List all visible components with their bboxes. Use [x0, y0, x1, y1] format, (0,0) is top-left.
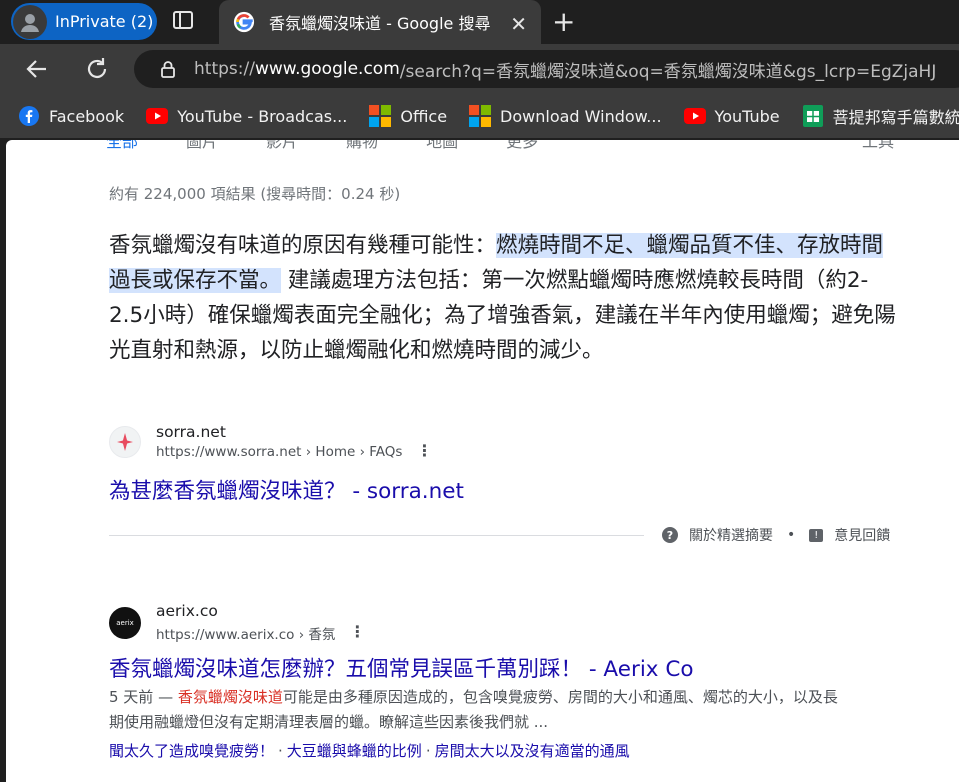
bookmark-facebook[interactable]: Facebook [18, 105, 124, 127]
tools-button[interactable]: 工具 [862, 140, 894, 152]
feedback-icon[interactable]: ! [809, 528, 824, 542]
search-tabs: 全部 圖片 影片 購物 地圖 更多 [106, 140, 586, 152]
site-name: aerix.co [156, 602, 218, 620]
google-icon [233, 11, 255, 33]
inprivate-button[interactable]: InPrivate (2) [11, 3, 157, 40]
active-tab[interactable]: 香氛蠟燭沒味道 - Google 搜尋 ✕ [219, 0, 541, 44]
site-url: https://www.aerix.co › 香氛 [156, 627, 336, 643]
close-tab-icon[interactable]: ✕ [510, 12, 527, 36]
refresh-button[interactable] [84, 56, 110, 86]
avatar [13, 4, 47, 39]
feedback-label[interactable]: 意見回饋 [834, 525, 890, 545]
featured-source[interactable]: sorra.net https://www.sorra.net › Home ›… [109, 423, 432, 460]
sitelinks: 聞太久了造成嗅覺疲勞！ · 大豆蠟與蜂蠟的比例 · 房間太大以及沒有適當的通風 [109, 740, 630, 761]
tab-shopping[interactable]: 購物 [346, 140, 378, 152]
youtube-icon [683, 108, 706, 124]
bookmark-youtube[interactable]: YouTube [683, 106, 780, 126]
separator: • [787, 527, 796, 543]
result-emphasis: 香氛蠟燭沒味道 [177, 688, 283, 706]
sitelink[interactable]: 聞太久了造成嗅覺疲勞！ [109, 742, 274, 760]
snippet-text: 香氛蠟燭沒有味道的原因有幾種可能性： [109, 233, 497, 258]
tab-all[interactable]: 全部 [106, 140, 138, 152]
back-button[interactable] [24, 56, 50, 86]
aerix-favicon-text: aerix [116, 618, 134, 627]
site-url: https://www.sorra.net › Home › FAQs [156, 444, 403, 460]
url-host: www.google.com [254, 59, 400, 79]
page-content: 全部 圖片 影片 購物 地圖 更多 工具 約有 224,000 項結果 (搜尋時… [6, 140, 959, 782]
tab-maps[interactable]: 地圖 [426, 140, 458, 152]
bookmark-sheets[interactable]: 菩提邦寫手篇數統... [802, 104, 959, 128]
bookmarks-bar: Facebook YouTube - Broadcas... Office Do… [0, 94, 959, 138]
toolbar: https://www.google.com/search?q=香氛蠟燭沒味道&… [0, 44, 959, 94]
aerix-favicon: aerix [109, 606, 141, 639]
separator: · [278, 742, 283, 760]
youtube-icon [146, 108, 169, 124]
result-description: 5 天前 — 香氛蠟燭沒味道可能是由多種原因造成的，包含嗅覺疲勞、房間的大小和通… [109, 685, 849, 735]
user-icon [21, 13, 39, 32]
more-options-icon[interactable]: ⋮ [349, 622, 365, 641]
address-bar[interactable]: https://www.google.com/search?q=香氛蠟燭沒味道&… [134, 50, 959, 88]
back-arrow-icon [26, 60, 46, 78]
lock-icon [161, 61, 175, 78]
bookmark-label: YouTube - Broadcas... [177, 106, 348, 126]
inprivate-label: InPrivate (2) [55, 12, 154, 31]
sitelink[interactable]: 房間太大以及沒有適當的通風 [435, 742, 630, 760]
bookmark-download-windows[interactable]: Download Window... [469, 105, 662, 127]
result-stats: 約有 224,000 項結果 (搜尋時間：0.24 秒) [109, 185, 401, 203]
bookmark-office[interactable]: Office [369, 105, 447, 127]
bookmark-label: Office [400, 106, 448, 126]
result-source[interactable]: aerix aerix.co https://www.aerix.co › 香氛… [109, 602, 365, 643]
bookmark-label: YouTube [714, 106, 780, 126]
sorra-favicon [109, 425, 141, 458]
star-icon [117, 432, 133, 451]
tab-more[interactable]: 更多 [506, 140, 538, 152]
bookmark-youtube-broadcast[interactable]: YouTube - Broadcas... [146, 107, 347, 126]
refresh-icon [87, 58, 107, 78]
bookmark-label: Facebook [49, 106, 125, 126]
separator: · [425, 742, 431, 760]
featured-result-title[interactable]: 為甚麼香氛蠟燭沒味道？ - sorra.net [109, 474, 464, 505]
help-icon[interactable]: ? [662, 527, 678, 543]
url-path: /search?q=香氛蠟燭沒味道&oq=香氛蠟燭沒味道&gs_lcrp=EgZ… [399, 61, 937, 82]
tab-images[interactable]: 圖片 [186, 140, 218, 152]
about-label[interactable]: 關於精選摘要 [689, 525, 773, 545]
bookmark-label: 菩提邦寫手篇數統... [832, 108, 959, 127]
sheets-icon [802, 105, 823, 127]
microsoft-icon [469, 105, 492, 127]
tab-strip: InPrivate (2) 香氛蠟燭沒味道 - Google 搜尋 ✕ + [0, 0, 959, 44]
facebook-icon [19, 106, 39, 126]
bookmark-label: Download Window... [500, 106, 662, 126]
site-name: sorra.net [156, 423, 226, 441]
about-featured-snippets: ? 關於精選摘要 • ! 意見回饋 [662, 525, 890, 545]
tab-videos[interactable]: 影片 [266, 140, 298, 152]
microsoft-icon [369, 105, 392, 127]
sitelink[interactable]: 大豆蠟與蜂蠟的比例 [287, 742, 422, 760]
divider [109, 535, 644, 536]
tab-title: 香氛蠟燭沒味道 - Google 搜尋 [269, 14, 491, 33]
tab-actions-icon [173, 11, 193, 29]
result-date: 5 天前 — [109, 688, 178, 706]
result-title[interactable]: 香氛蠟燭沒味道怎麼辦？五個常見誤區千萬別踩！ - Aerix Co [109, 652, 694, 683]
new-tab-button[interactable]: + [552, 8, 575, 36]
featured-snippet: 香氛蠟燭沒有味道的原因有幾種可能性：燃燒時間不足、蠟燭品質不佳、存放時間過長或保… [109, 228, 899, 368]
tab-actions-button[interactable] [172, 9, 202, 35]
url-scheme: https:// [194, 59, 255, 79]
more-options-icon[interactable]: ⋮ [416, 441, 432, 460]
